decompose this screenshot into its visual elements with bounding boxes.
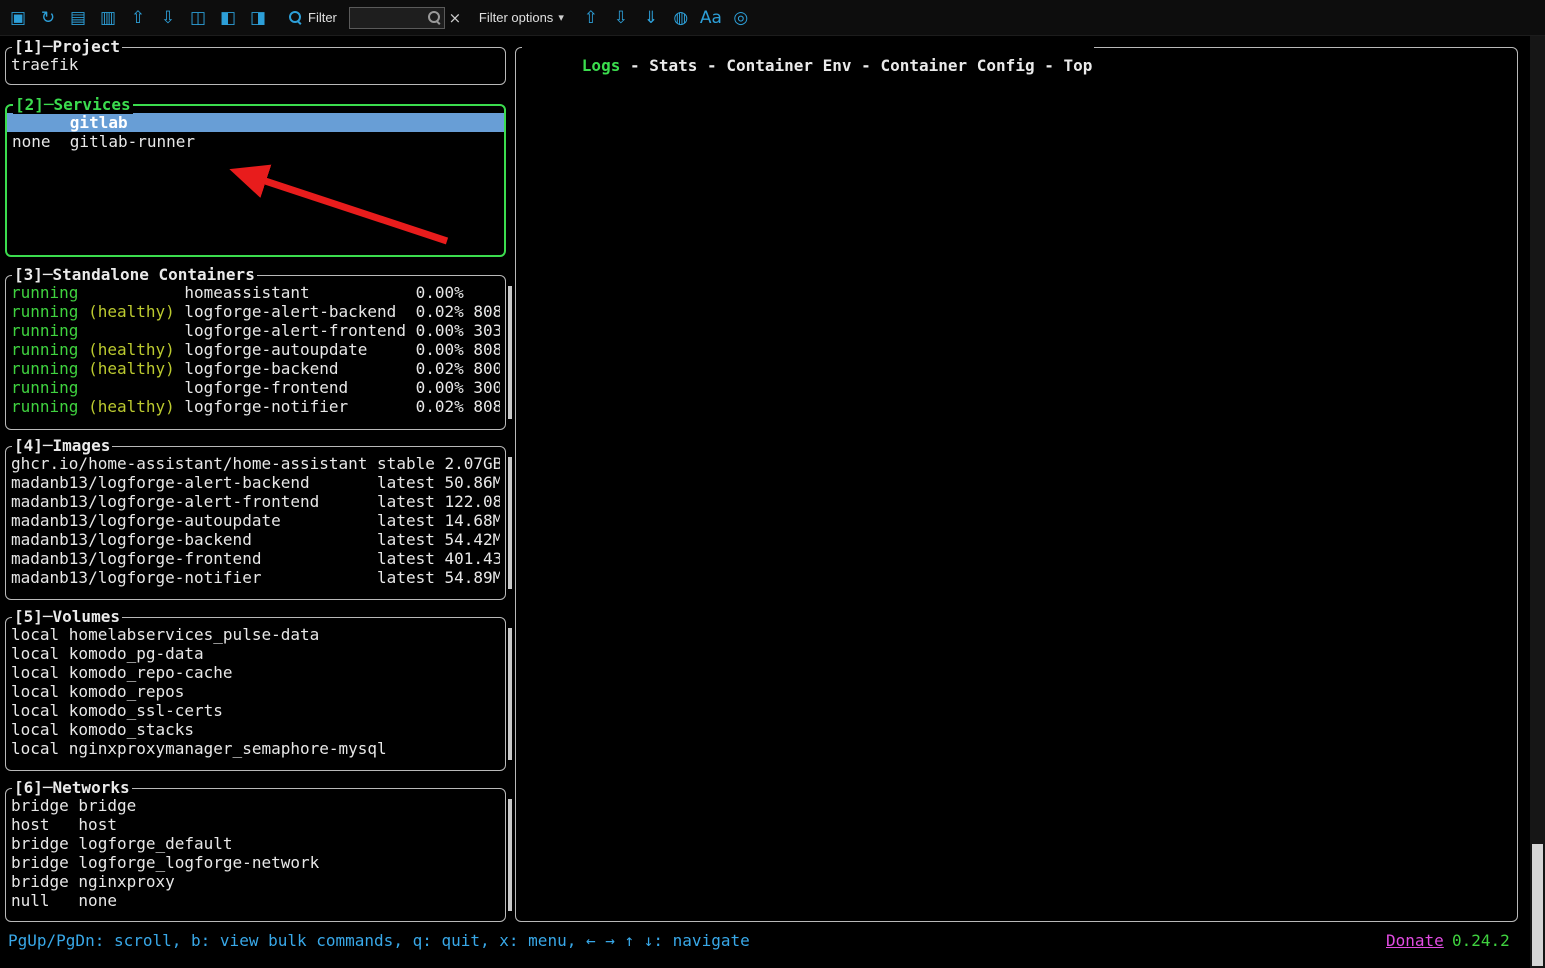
images-list: ghcr.io/home-assistant/home-assistant st… (6, 447, 505, 592)
export-icon[interactable]: ⇧ (125, 5, 151, 31)
image-row[interactable]: madanb13/logforge-autoupdate latest 14.6… (6, 511, 505, 530)
panel-scrollbar[interactable] (508, 799, 512, 911)
panel-logs[interactable]: Logs - Stats - Container Env - Container… (515, 47, 1518, 922)
logs-panel-tabs: Logs - Stats - Container Env - Container… (522, 37, 1094, 94)
filter-input[interactable] (353, 9, 428, 26)
network-row[interactable]: bridge bridge (6, 796, 505, 815)
split-right-icon[interactable]: ◨ (245, 5, 271, 31)
pause-icon[interactable]: ◫ (185, 5, 211, 31)
services-list: gitlab none gitlab-runner (7, 106, 504, 248)
save-page-icon[interactable]: ⇓ (638, 5, 664, 31)
toolbar: ▣ ↻ ▤ ▥ ⇧ ⇩ ◫ ◧ ◨ Filter × Filter option… (0, 0, 1545, 36)
columns-view-icon[interactable]: ▥ (95, 5, 121, 31)
tab-top[interactable]: Top (1063, 56, 1092, 75)
container-row[interactable]: running (healthy) logforge-backend 0.02%… (6, 359, 505, 378)
networks-list: bridge bridge host host bridge logforge_… (6, 789, 505, 914)
service-row[interactable]: gitlab (7, 113, 504, 132)
panel-scrollbar[interactable] (508, 628, 512, 760)
image-row[interactable]: madanb13/logforge-alert-frontend latest … (6, 492, 505, 511)
window-scrollbar-thumb[interactable] (1532, 844, 1543, 966)
find-window-icon[interactable]: ◎ (728, 5, 754, 31)
version-label: 0.24.2 (1452, 931, 1510, 950)
volume-row[interactable]: local komodo_stacks (6, 720, 505, 739)
container-row[interactable]: running (healthy) logforge-autoupdate 0.… (6, 340, 505, 359)
clear-filter-icon[interactable]: × (445, 7, 465, 29)
service-row[interactable]: none gitlab-runner (7, 132, 504, 151)
filter-input-box (349, 7, 445, 29)
volume-row[interactable]: local komodo_repos (6, 682, 505, 701)
import-icon[interactable]: ⇩ (155, 5, 181, 31)
panel-images[interactable]: [4]─Images ghcr.io/home-assistant/home-a… (5, 446, 506, 600)
volume-row[interactable]: local nginxproxymanager_semaphore-mysql (6, 739, 505, 758)
tab-container-config[interactable]: Container Config (880, 56, 1034, 75)
network-row[interactable]: host host (6, 815, 505, 834)
panel-containers[interactable]: [3]─Standalone Containers running homeas… (5, 275, 506, 430)
font-size-icon[interactable]: Aa (698, 5, 724, 31)
container-row[interactable]: running logforge-alert-frontend 0.00% 30… (6, 321, 505, 340)
container-row[interactable]: running (healthy) logforge-notifier 0.02… (6, 397, 505, 416)
panel-scrollbar[interactable] (508, 286, 512, 419)
volume-row[interactable]: local homelabservices_pulse-data (6, 625, 505, 644)
toolbar-right-icons: ⇧ ⇩ ⇓ ◍ Aa ◎ (578, 5, 754, 31)
paste-page-icon[interactable]: ⇩ (608, 5, 634, 31)
panel-volumes-title: [5]─Volumes (12, 607, 122, 626)
chevron-down-icon: ▾ (558, 11, 564, 24)
terminal-area: [1]─Project traefik [2]─Services gitlab … (0, 36, 1530, 968)
toolbar-left-icons: ▣ ↻ ▤ ▥ ⇧ ⇩ ◫ ◧ ◨ (5, 5, 271, 31)
container-row[interactable]: running homeassistant 0.00% (6, 283, 505, 302)
statusbar: PgUp/PgDn: scroll, b: view bulk commands… (0, 931, 1530, 951)
image-row[interactable]: madanb13/logforge-notifier latest 54.89M (6, 568, 505, 587)
tab-stats[interactable]: Stats (649, 56, 697, 75)
search-submit-icon[interactable] (428, 11, 441, 24)
split-left-icon[interactable]: ◧ (215, 5, 241, 31)
panel-images-title: [4]─Images (12, 436, 112, 455)
network-row[interactable]: null none (6, 891, 505, 910)
network-row[interactable]: bridge logforge_default (6, 834, 505, 853)
tab-container-env[interactable]: Container Env (726, 56, 851, 75)
image-row[interactable]: madanb13/logforge-alert-backend latest 5… (6, 473, 505, 492)
volumes-list: local homelabservices_pulse-data local k… (6, 618, 505, 763)
volume-row[interactable]: local komodo_ssl-certs (6, 701, 505, 720)
copy-page-icon[interactable]: ⇧ (578, 5, 604, 31)
panel-volumes[interactable]: [5]─Volumes local homelabservices_pulse-… (5, 617, 506, 771)
panel-project[interactable]: [1]─Project traefik (5, 47, 506, 85)
search-icon (289, 11, 302, 24)
network-row[interactable]: bridge logforge_logforge-network (6, 853, 505, 872)
panel-networks-title: [6]─Networks (12, 778, 132, 797)
panel-networks[interactable]: [6]─Networks bridge bridge host host bri… (5, 788, 506, 922)
keybindings-help: PgUp/PgDn: scroll, b: view bulk commands… (0, 931, 750, 950)
image-row[interactable]: madanb13/logforge-frontend latest 401.43 (6, 549, 505, 568)
refresh-icon[interactable]: ↻ (35, 5, 61, 31)
donate-link[interactable]: Donate (1386, 931, 1444, 950)
display-icon[interactable]: ▣ (5, 5, 31, 31)
image-row[interactable]: madanb13/logforge-backend latest 54.42M (6, 530, 505, 549)
container-row[interactable]: running logforge-frontend 0.00% 300 (6, 378, 505, 397)
window-scrollbar[interactable] (1530, 36, 1545, 968)
panel-containers-title: [3]─Standalone Containers (12, 265, 257, 284)
volume-row[interactable]: local komodo_repo-cache (6, 663, 505, 682)
panel-scrollbar[interactable] (508, 457, 512, 589)
filter-options-button[interactable]: Filter options ▾ (479, 10, 564, 25)
panel-project-title: [1]─Project (12, 37, 122, 56)
tab-logs[interactable]: Logs (582, 56, 621, 75)
container-row[interactable]: running (healthy) logforge-alert-backend… (6, 302, 505, 321)
globe-icon[interactable]: ◍ (668, 5, 694, 31)
rows-view-icon[interactable]: ▤ (65, 5, 91, 31)
network-row[interactable]: bridge nginxproxy (6, 872, 505, 891)
containers-list: running homeassistant 0.00% running (hea… (6, 276, 505, 422)
project-row[interactable]: traefik (6, 55, 505, 74)
filter-label: Filter (289, 10, 337, 25)
image-row[interactable]: ghcr.io/home-assistant/home-assistant st… (6, 454, 505, 473)
panel-services-title: [2]─Services (13, 95, 133, 114)
panel-services[interactable]: [2]─Services gitlab none gitlab-runner (5, 104, 506, 257)
volume-row[interactable]: local komodo_pg-data (6, 644, 505, 663)
